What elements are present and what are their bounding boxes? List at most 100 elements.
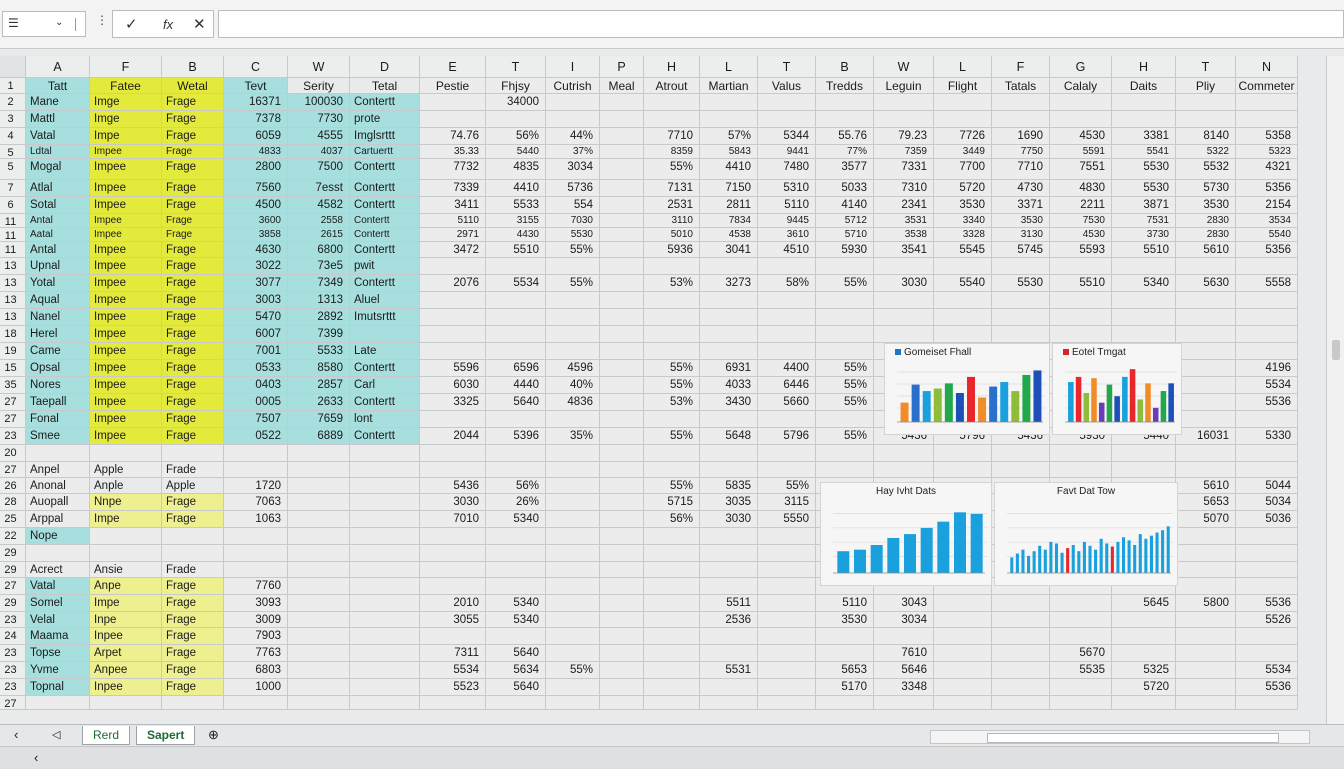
cell[interactable] [26,696,90,710]
cell[interactable]: 55% [816,428,874,445]
cell[interactable] [644,545,700,562]
cell[interactable] [1176,645,1236,662]
cell[interactable] [600,242,644,258]
cell[interactable]: 35.33 [420,145,486,159]
cell[interactable]: 3077 [224,275,288,292]
row-header[interactable]: 3 [0,111,26,128]
cell[interactable]: 4410 [700,159,758,180]
row-header[interactable]: 11 [0,242,26,258]
cell[interactable] [486,545,546,562]
cell[interactable]: 56% [486,128,546,145]
cell[interactable]: Valus [758,78,816,94]
cell[interactable]: 5745 [992,242,1050,258]
cell[interactable]: 3541 [874,242,934,258]
cell[interactable]: 5653 [1176,494,1236,511]
cell[interactable]: Antal [26,242,90,258]
cell[interactable]: 5720 [934,180,992,197]
cell[interactable] [644,292,700,309]
cell[interactable] [350,445,420,462]
cell[interactable] [1176,462,1236,478]
cell[interactable]: 7530 [1050,214,1112,228]
cell[interactable]: Mane [26,94,90,111]
cell[interactable] [1236,696,1298,710]
cell[interactable]: 4510 [758,242,816,258]
cell[interactable]: Contertt [350,428,420,445]
row-header[interactable]: 29 [0,545,26,562]
row-header[interactable]: 13 [0,258,26,275]
cell[interactable] [992,309,1050,326]
cell[interactable] [224,462,288,478]
cell[interactable]: Impee [90,292,162,309]
cell[interactable] [1236,645,1298,662]
cell[interactable]: 3530 [1176,197,1236,214]
cell[interactable]: Imutsrttt [350,309,420,326]
cell[interactable]: Inpee [90,628,162,645]
cell[interactable]: 3110 [644,214,700,228]
cell[interactable] [816,94,874,111]
cell[interactable] [1236,545,1298,562]
cell[interactable]: 6931 [700,360,758,377]
cell[interactable] [644,445,700,462]
cell[interactable]: 5344 [758,128,816,145]
cell[interactable]: Impee [90,275,162,292]
cell[interactable] [288,696,350,710]
cell[interactable] [600,180,644,197]
cell[interactable] [874,628,934,645]
cell[interactable]: Impee [90,214,162,228]
cell[interactable]: 554 [546,197,600,214]
cell[interactable]: 3093 [224,595,288,612]
cell[interactable] [546,445,600,462]
cell[interactable]: 3348 [874,679,934,696]
cell[interactable]: 7750 [992,145,1050,159]
cell[interactable]: 3340 [934,214,992,228]
cell[interactable] [1236,445,1298,462]
cell[interactable]: 3022 [224,258,288,275]
cell[interactable] [350,326,420,343]
cell[interactable]: 2633 [288,394,350,411]
cell[interactable] [1176,377,1236,394]
cell[interactable]: Frage [162,679,224,696]
cell[interactable]: Frage [162,394,224,411]
cell[interactable]: 5558 [1236,275,1298,292]
cell[interactable]: 7531 [1112,214,1176,228]
cell[interactable]: 7760 [224,578,288,595]
cell[interactable]: 7480 [758,159,816,180]
cell[interactable] [486,528,546,545]
cell[interactable] [1176,562,1236,578]
cell[interactable] [546,411,600,428]
cell[interactable]: Imge [90,94,162,111]
cell[interactable]: 2857 [288,377,350,394]
cell[interactable]: 2211 [1050,197,1112,214]
cell[interactable]: 5530 [1112,159,1176,180]
cell[interactable] [758,578,816,595]
cell[interactable]: Impee [90,377,162,394]
cell[interactable]: 100030 [288,94,350,111]
cell[interactable]: 7551 [1050,159,1112,180]
cell[interactable] [600,197,644,214]
cell[interactable]: Auopall [26,494,90,511]
cell[interactable] [992,679,1050,696]
cell[interactable]: Leguin [874,78,934,94]
cell[interactable] [420,462,486,478]
cell[interactable]: 5310 [758,180,816,197]
row-header[interactable]: 23 [0,645,26,662]
cell[interactable] [26,445,90,462]
cell[interactable]: Frage [162,128,224,145]
cell[interactable] [288,528,350,545]
cell[interactable] [420,696,486,710]
row-header[interactable]: 29 [0,562,26,578]
add-sheet-icon[interactable]: ⊕ [208,727,219,743]
cell[interactable] [1050,94,1112,111]
cell[interactable] [350,578,420,595]
cell[interactable]: Fatee [90,78,162,94]
cell[interactable] [600,511,644,528]
cell[interactable]: 4400 [758,360,816,377]
cell[interactable]: 7903 [224,628,288,645]
cell[interactable] [934,258,992,275]
cell[interactable] [644,309,700,326]
cell[interactable] [992,326,1050,343]
cell[interactable] [350,478,420,494]
cell[interactable]: 5523 [420,679,486,696]
cell[interactable]: 7030 [546,214,600,228]
cell[interactable] [700,326,758,343]
